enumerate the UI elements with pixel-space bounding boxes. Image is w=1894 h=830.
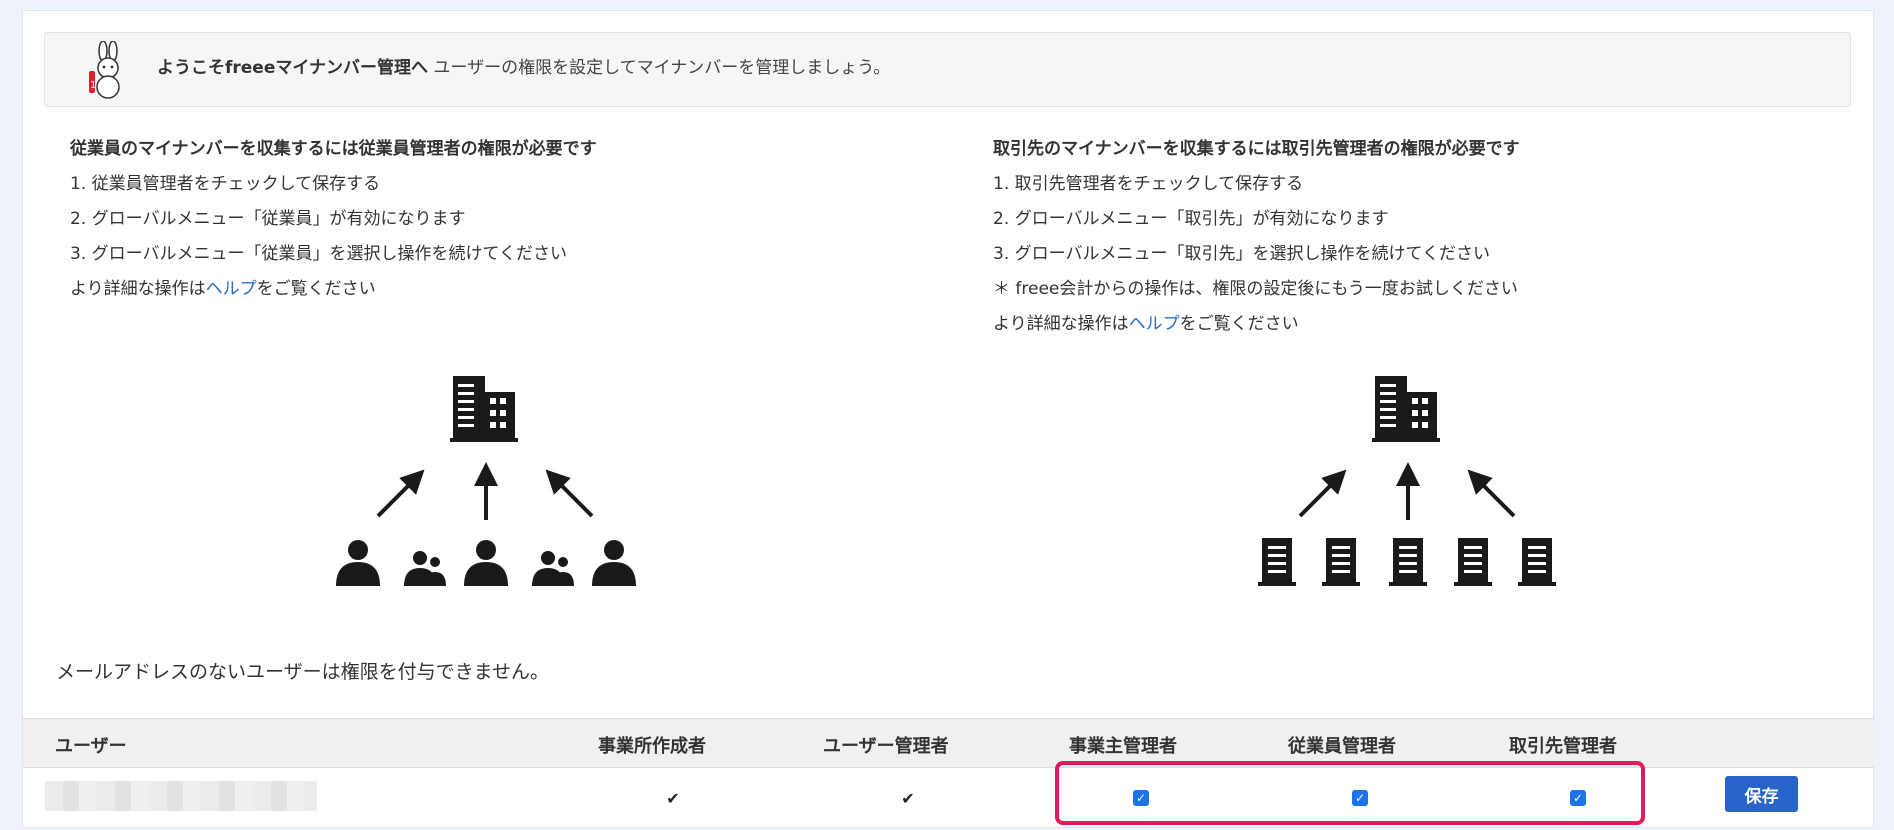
partner-step-2: 2. グローバルメニュー「取引先」が有効になります [993, 209, 1389, 229]
partner-step-3: 3. グローバルメニュー「取引先」を選択し操作を続けてください [993, 244, 1490, 264]
employee-illustration [336, 376, 636, 586]
employee-help-line: より詳細な操作はヘルプをご覧ください [70, 279, 376, 299]
welcome-title: ようこそfreeeマイナンバー管理へ [157, 58, 429, 78]
mascot-rabbit-icon: 1 [89, 41, 120, 99]
welcome-banner: 1 ようこそfreeeマイナンバー管理へ ユーザーの権限を設定してマイナンバーを… [44, 32, 1851, 107]
building-icon [1372, 376, 1440, 442]
building-icon [450, 376, 518, 442]
user-name-redacted [45, 781, 317, 811]
partner-note: ＊ freee会計からの操作は、権限の設定後にもう一度お試しください [993, 279, 1518, 299]
employee-instructions: 従業員のマイナンバーを収集するには従業員管理者の権限が必要です 1. 従業員管理… [70, 132, 597, 307]
partner-help-line: より詳細な操作はヘルプをご覧ください [993, 314, 1299, 334]
office-creator-check-icon: ✔ [666, 788, 680, 808]
save-button[interactable]: 保存 [1725, 776, 1798, 812]
user-admin-check-icon: ✔ [901, 788, 915, 808]
people-icons [336, 540, 636, 586]
header-user: ユーザー [55, 736, 127, 757]
partner-help-link[interactable]: ヘルプ [1129, 314, 1180, 334]
partner-heading: 取引先のマイナンバーを収集するには取引先管理者の権限が必要です [993, 139, 1520, 159]
arrow-icons [1298, 462, 1516, 520]
employee-heading: 従業員のマイナンバーを収集するには従業員管理者の権限が必要です [70, 139, 597, 159]
header-owner-admin: 事業主管理者 [1069, 736, 1177, 757]
welcome-subtitle: ユーザーの権限を設定してマイナンバーを管理しましょう。 [428, 58, 891, 78]
arrow-icons [376, 462, 594, 520]
employee-step-1: 1. 従業員管理者をチェックして保存する [70, 174, 381, 194]
header-office-creator: 事業所作成者 [598, 736, 706, 757]
header-user-admin: ユーザー管理者 [823, 736, 949, 757]
partner-illustration [1258, 376, 1556, 586]
employee-step-2: 2. グローバルメニュー「従業員」が有効になります [70, 209, 466, 229]
header-partner-admin: 取引先管理者 [1509, 736, 1617, 757]
partner-step-1: 1. 取引先管理者をチェックして保存する [993, 174, 1304, 194]
svg-text:1: 1 [90, 80, 96, 91]
small-building-icons [1258, 538, 1556, 586]
highlight-annotation [1055, 761, 1645, 825]
no-email-note: メールアドレスのないユーザーは権限を付与できません。 [56, 661, 550, 683]
employee-help-link[interactable]: ヘルプ [206, 279, 257, 299]
partner-instructions: 取引先のマイナンバーを収集するには取引先管理者の権限が必要です 1. 取引先管理… [993, 132, 1520, 342]
employee-step-3: 3. グローバルメニュー「従業員」を選択し操作を続けてください [70, 244, 567, 264]
header-employee-admin: 従業員管理者 [1288, 736, 1396, 757]
